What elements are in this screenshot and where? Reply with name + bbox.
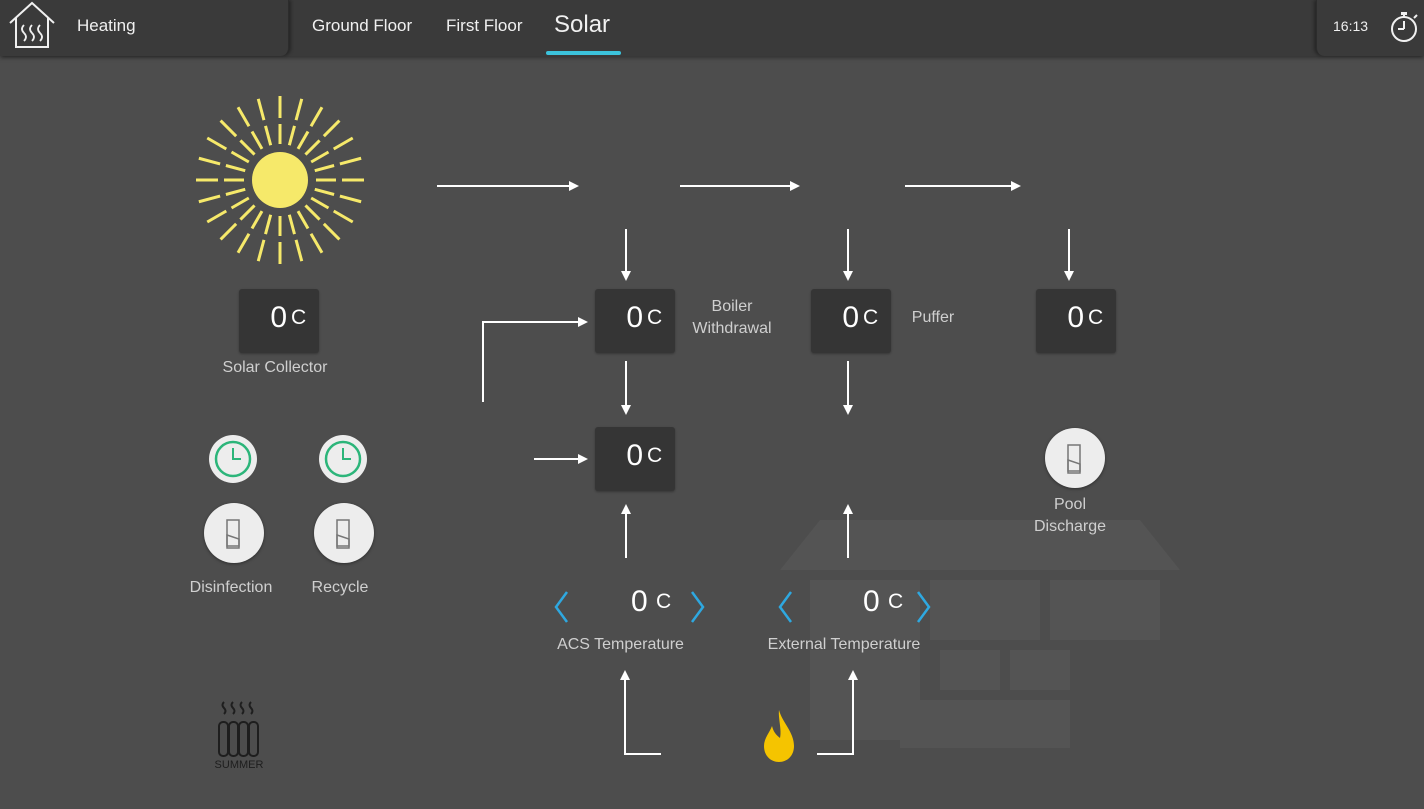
solar-collector-temp: 0 C xyxy=(239,289,319,353)
disinfection-schedule-button[interactable] xyxy=(209,435,257,483)
flow-arrow xyxy=(620,670,661,755)
flame-icon xyxy=(764,710,794,762)
label-line: Discharge xyxy=(1033,518,1107,535)
label-line: Withdrawal xyxy=(692,320,772,337)
acs-label: ACS Temperature xyxy=(557,636,684,653)
recycle-switch[interactable] xyxy=(314,503,374,563)
temp-value: 0 xyxy=(1067,301,1084,334)
puffer-label: Puffer xyxy=(911,309,955,326)
acs-decrease-chevron-icon[interactable] xyxy=(551,589,573,625)
switch-icon xyxy=(226,519,240,549)
switch-icon xyxy=(1067,444,1081,474)
temp-value: 0 xyxy=(626,301,643,334)
temp-value: 0 xyxy=(270,301,287,334)
disinfection-label: Disinfection xyxy=(189,579,273,596)
temp-value: 0 xyxy=(631,585,648,618)
temp-unit: C xyxy=(291,306,307,329)
clock-icon xyxy=(324,440,362,478)
temp-unit: C xyxy=(863,306,879,329)
pool-discharge-label: Pool Discharge xyxy=(1020,494,1120,538)
recycle-label: Recycle xyxy=(311,579,369,596)
clock-icon xyxy=(214,440,252,478)
pool-discharge-switch[interactable] xyxy=(1045,428,1105,488)
temp-unit: C xyxy=(647,444,663,467)
solar-collector-label: Solar Collector xyxy=(222,359,328,376)
temp-unit: C xyxy=(656,590,672,613)
radiator-icon[interactable] xyxy=(216,700,262,758)
boiler-withdrawal-temp: 0 C xyxy=(595,289,675,353)
temp-value: 0 xyxy=(626,439,643,472)
external-label: External Temperature xyxy=(767,636,921,653)
recycle-schedule-button[interactable] xyxy=(319,435,367,483)
boiler-withdrawal-label: Boiler Withdrawal xyxy=(680,296,784,340)
temp-unit: C xyxy=(647,306,663,329)
temp-unit: C xyxy=(888,590,904,613)
flow-arrow xyxy=(817,670,858,755)
boiler-lower-temp: 0 C xyxy=(595,427,675,491)
pool-temp: 0 C xyxy=(1036,289,1116,353)
temp-unit: C xyxy=(1088,306,1104,329)
mode-label: SUMMER xyxy=(214,759,264,771)
temp-value: 0 xyxy=(842,301,859,334)
disinfection-switch[interactable] xyxy=(204,503,264,563)
switch-icon xyxy=(336,519,350,549)
puffer-temp: 0 C xyxy=(811,289,891,353)
flow-arrow xyxy=(482,317,588,402)
label-line: Pool xyxy=(1053,496,1087,513)
external-increase-chevron-icon[interactable] xyxy=(912,589,934,625)
acs-increase-chevron-icon[interactable] xyxy=(686,589,708,625)
external-decrease-chevron-icon[interactable] xyxy=(775,589,797,625)
temp-value: 0 xyxy=(863,585,880,618)
flow-diagram xyxy=(437,181,1074,755)
label-line: Boiler xyxy=(711,298,753,315)
